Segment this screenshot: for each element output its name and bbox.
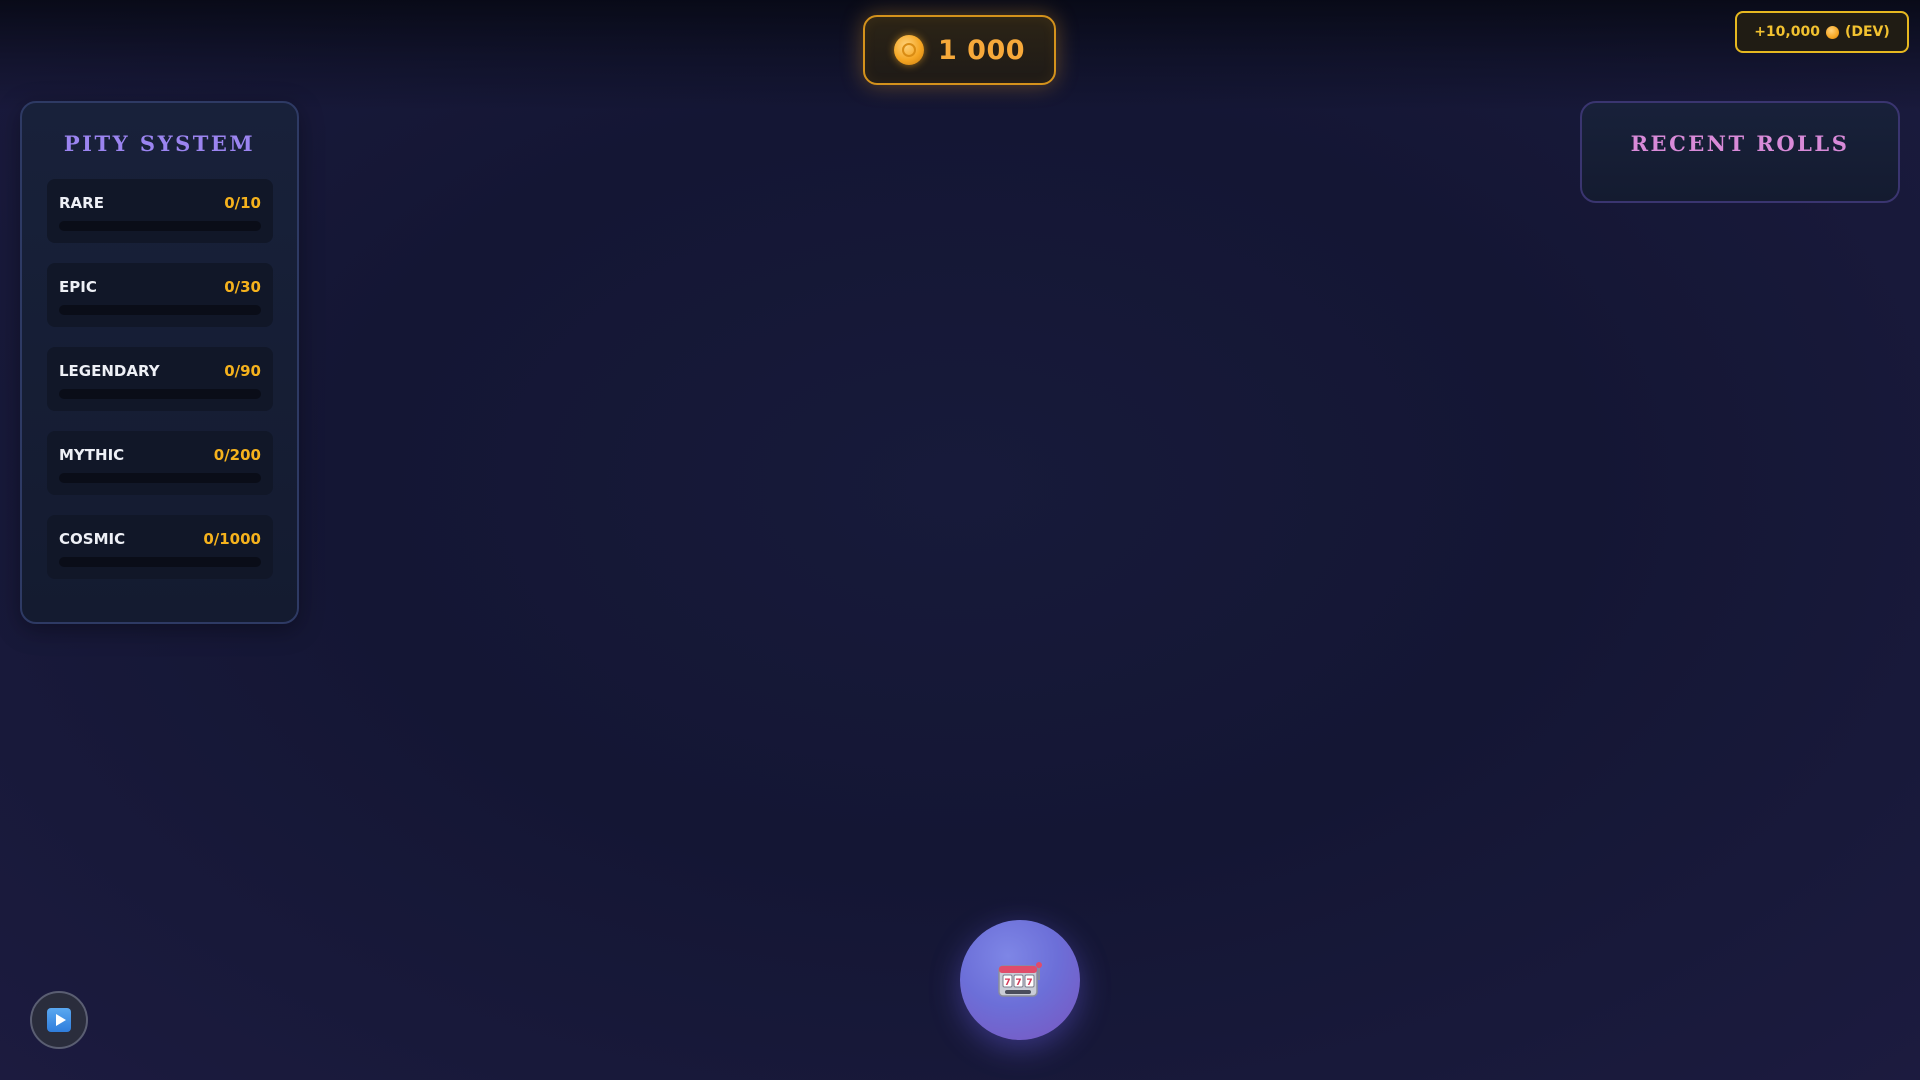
pity-item-count: 0/1000: [203, 530, 261, 548]
pity-progress-bar: [59, 305, 261, 315]
pity-item-label: COSMIC: [59, 530, 126, 548]
dev-button-label: (DEV): [1844, 24, 1890, 40]
balance-value: 1 000: [937, 34, 1026, 66]
recent-rolls-panel: RECENT ROLLS: [1580, 101, 1900, 203]
pity-item-label: MYTHIC: [59, 446, 125, 464]
dev-add-coins-button[interactable]: +10,000 (DEV): [1735, 11, 1909, 53]
pity-item-label: EPIC: [59, 278, 97, 296]
coin-balance: 1 000: [863, 15, 1056, 85]
pity-progress-bar: [59, 389, 261, 399]
slot-machine-icon: 7 7 7: [998, 962, 1042, 997]
pity-item-legendary: LEGENDARY 0/90: [47, 347, 273, 411]
play-icon: [47, 1008, 71, 1032]
svg-text:7: 7: [1015, 978, 1021, 988]
svg-text:7: 7: [1004, 978, 1010, 988]
pity-item-rare: RARE 0/10: [47, 179, 273, 243]
pity-item-label: RARE: [59, 194, 104, 212]
pity-progress-bar: [59, 557, 261, 567]
pity-system-panel: PITY SYSTEM RARE 0/10 EPIC 0/30 LEGENDAR…: [20, 101, 299, 624]
pity-item-label: LEGENDARY: [59, 362, 160, 380]
svg-text:7: 7: [1026, 978, 1032, 988]
coin-icon: [1825, 25, 1839, 39]
dev-button-amount: +10,000: [1754, 24, 1820, 40]
pity-progress-bar: [59, 473, 261, 483]
pity-item-count: 0/30: [224, 278, 261, 296]
pity-item-count: 0/10: [224, 194, 261, 212]
pity-item-epic: EPIC 0/30: [47, 263, 273, 327]
pity-progress-bar: [59, 221, 261, 231]
pity-system-title: PITY SYSTEM: [63, 131, 256, 156]
recent-rolls-title: RECENT ROLLS: [1630, 131, 1850, 156]
pity-item-mythic: MYTHIC 0/200: [47, 431, 273, 495]
pity-item-count: 0/200: [213, 446, 261, 464]
pity-item-count: 0/90: [224, 362, 261, 380]
roll-button[interactable]: 7 7 7: [960, 920, 1080, 1040]
coin-icon: [893, 35, 924, 65]
play-button[interactable]: [30, 991, 88, 1049]
pity-item-cosmic: COSMIC 0/1000: [47, 515, 273, 579]
